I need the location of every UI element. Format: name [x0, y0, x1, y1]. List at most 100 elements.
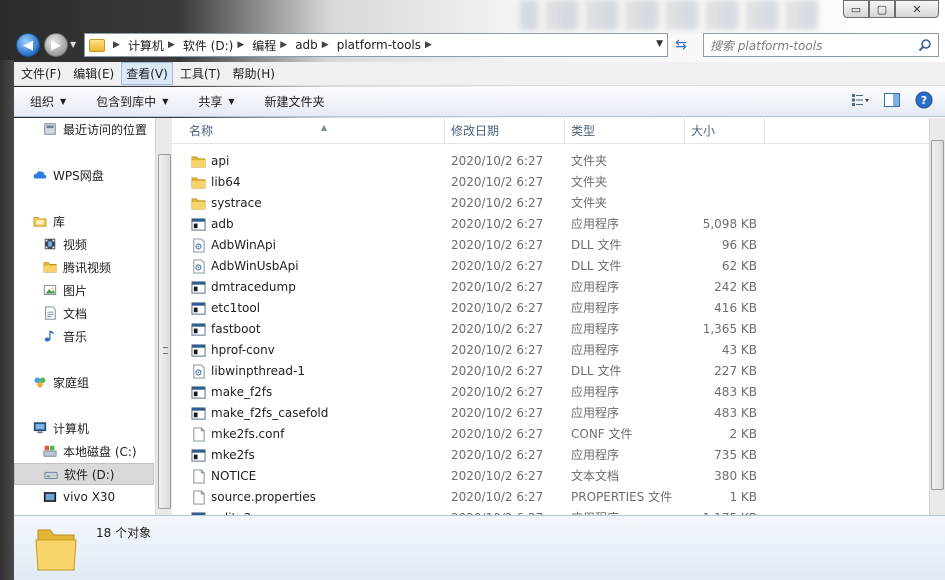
table-row[interactable]: sqlite3 2020/10/2 6:27 应用程序 1,175 KB — [172, 508, 929, 515]
breadcrumb-item[interactable]: 计算机 — [128, 37, 164, 54]
nav-item[interactable]: vivo X30 — [14, 486, 115, 508]
column-type[interactable]: 类型 — [565, 118, 685, 144]
history-dropdown-icon[interactable]: ▼ — [70, 40, 76, 49]
table-row[interactable]: libwinpthread-1 2020/10/2 6:27 DLL 文件 227 K… — [172, 361, 929, 382]
file-name: lib64 — [211, 175, 241, 189]
file-list-scroll-thumb[interactable] — [931, 140, 944, 490]
table-row[interactable]: mke2fs 2020/10/2 6:27 应用程序 735 KB — [172, 445, 929, 466]
table-row[interactable]: source.properties 2020/10/2 6:27 PROPERTIE… — [172, 487, 929, 508]
breadcrumb-separator-icon[interactable]: ▶ — [280, 40, 287, 50]
column-size-label: 大小 — [691, 124, 716, 138]
nav-item[interactable]: 本地磁盘 (C:) — [14, 440, 137, 462]
menu-item[interactable]: 文件(F) — [16, 62, 66, 85]
help-button[interactable]: ? — [915, 91, 933, 109]
file-date: 2020/10/2 6:27 — [451, 238, 544, 252]
table-row[interactable]: make_f2fs_casefold 2020/10/2 6:27 应用程序 483 … — [172, 403, 929, 424]
file-size: 96 KB — [721, 238, 757, 252]
preview-pane-button[interactable] — [883, 92, 901, 108]
navigation-pane-scroll-thumb[interactable] — [158, 154, 171, 509]
menu-item[interactable]: 编辑(E) — [68, 62, 119, 85]
table-row[interactable]: AdbWinApi 2020/10/2 6:27 DLL 文件 96 KB — [172, 235, 929, 256]
file-name: systrace — [211, 196, 262, 210]
file-date: 2020/10/2 6:27 — [451, 175, 544, 189]
change-view-button[interactable] — [851, 92, 869, 108]
application-icon — [191, 323, 206, 336]
nav-item[interactable]: 家庭组 — [14, 371, 89, 393]
address-dropdown-icon[interactable]: ▼ — [656, 39, 663, 49]
breadcrumb-item[interactable]: platform-tools — [337, 38, 421, 52]
table-row[interactable]: fastboot 2020/10/2 6:27 应用程序 1,365 KB — [172, 319, 929, 340]
nav-item[interactable]: WPS网盘 — [14, 164, 104, 186]
minimize-button[interactable]: ▭ — [843, 0, 869, 18]
menu-item[interactable]: 工具(T) — [175, 62, 226, 85]
file-date: 2020/10/2 6:27 — [451, 508, 543, 515]
nav-item[interactable]: 计算机 — [14, 417, 89, 439]
chevron-down-icon: ▼ — [60, 97, 67, 106]
nav-item[interactable]: 文档 — [14, 302, 87, 324]
file-size: 5,098 KB — [702, 217, 757, 231]
back-button[interactable]: ◀ — [16, 33, 40, 57]
table-row[interactable]: hprof-conv 2020/10/2 6:27 应用程序 43 KB — [172, 340, 929, 361]
menu-item[interactable]: 帮助(H) — [228, 62, 280, 85]
details-pane: 18 个对象 — [14, 515, 945, 580]
nav-item[interactable]: 音乐 — [14, 325, 87, 347]
nav-item[interactable]: 库 — [14, 210, 65, 232]
breadcrumb-separator-icon[interactable]: ▶ — [237, 40, 244, 50]
file-size: 416 KB — [714, 301, 757, 315]
table-row[interactable]: dmtracedump 2020/10/2 6:27 应用程序 242 KB — [172, 277, 929, 298]
nav-item[interactable]: 软件 (D:) — [14, 463, 154, 485]
table-row[interactable]: api 2020/10/2 6:27 文件夹 — [172, 151, 929, 172]
navigation-pane: 最近访问的位置 WPS网盘库视频 腾讯视频 图片 文档 音乐家庭组计算机 本地磁盘 (C:)… — [14, 118, 155, 515]
file-type: 应用程序 — [571, 406, 620, 420]
refresh-button[interactable]: ⇆ — [672, 36, 690, 54]
search-box[interactable]: 搜索 platform-tools — [703, 33, 939, 57]
breadcrumb-separator-icon[interactable]: ▶ — [113, 40, 120, 50]
maximize-button[interactable]: ▢ — [869, 0, 895, 18]
nav-item[interactable]: 图片 — [14, 279, 87, 301]
table-row[interactable]: mke2fs.conf 2020/10/2 6:27 CONF 文件 2 KB — [172, 424, 929, 445]
breadcrumb-separator-icon[interactable]: ▶ — [425, 40, 432, 50]
application-icon — [191, 344, 206, 357]
window-left-edge — [0, 60, 14, 580]
folder-large-icon — [35, 529, 77, 571]
table-row[interactable]: make_f2fs 2020/10/2 6:27 应用程序 483 KB — [172, 382, 929, 403]
organize-button[interactable]: 组织 ▼ — [14, 93, 80, 110]
menu-item[interactable]: 查看(V) — [121, 62, 173, 85]
breadcrumb-item[interactable]: 编程 — [252, 37, 276, 54]
table-row[interactable]: adb 2020/10/2 6:27 应用程序 5,098 KB — [172, 214, 929, 235]
nav-item[interactable]: 最近访问的位置 — [14, 118, 147, 140]
navigation-pane-scrollbar[interactable] — [155, 118, 172, 515]
file-date: 2020/10/2 6:27 — [451, 385, 544, 399]
application-icon — [191, 449, 206, 462]
table-row[interactable]: lib64 2020/10/2 6:27 文件夹 — [172, 172, 929, 193]
nav-item[interactable]: 视频 — [14, 233, 87, 255]
include-library-button[interactable]: 包含到库中 ▼ — [80, 93, 182, 110]
column-size[interactable]: 大小 — [685, 118, 765, 144]
breadcrumb-item[interactable]: adb — [295, 38, 318, 52]
close-button[interactable]: ✕ — [895, 0, 939, 18]
column-date[interactable]: 修改日期 — [445, 118, 565, 144]
table-row[interactable]: etc1tool 2020/10/2 6:27 应用程序 416 KB — [172, 298, 929, 319]
breadcrumb-separator-icon[interactable]: ▶ — [322, 40, 329, 50]
nav-item-label: vivo X30 — [63, 490, 116, 504]
file-name: sqlite3 — [211, 508, 251, 515]
breadcrumb-item[interactable]: 软件 (D:) — [183, 37, 233, 54]
address-bar[interactable]: ▶ 计算机 ▶ 软件 (D:) ▶ 编程 ▶ adb ▶ platform-tools ▶ ▼ — [84, 33, 668, 57]
forward-button[interactable]: ▶ — [44, 33, 68, 57]
file-list-scrollbar[interactable] — [929, 118, 945, 515]
breadcrumb-separator-icon[interactable]: ▶ — [168, 40, 175, 50]
menu-bar: 文件(F) 编辑(E) 查看(V) 工具(T) 帮助(H) — [14, 62, 945, 86]
nav-item-label: 最近访问的位置 — [63, 122, 148, 137]
table-row[interactable]: NOTICE 2020/10/2 6:27 文本文档 380 KB — [172, 466, 929, 487]
nav-item[interactable]: 腾讯视频 — [14, 256, 111, 278]
share-button[interactable]: 共享 ▼ — [182, 93, 248, 110]
window-controls: ▭ ▢ ✕ — [843, 0, 939, 18]
table-row[interactable]: systrace 2020/10/2 6:27 文件夹 — [172, 193, 929, 214]
file-type: 应用程序 — [571, 508, 619, 515]
nav-item-label: 软件 (D:) — [64, 467, 115, 482]
search-icon[interactable] — [918, 38, 932, 52]
table-row[interactable]: AdbWinUsbApi 2020/10/2 6:27 DLL 文件 62 KB — [172, 256, 929, 277]
include-library-label: 包含到库中 — [96, 95, 157, 109]
column-name[interactable]: 名称 ▲ — [183, 118, 445, 144]
new-folder-button[interactable]: 新建文件夹 — [249, 93, 339, 110]
